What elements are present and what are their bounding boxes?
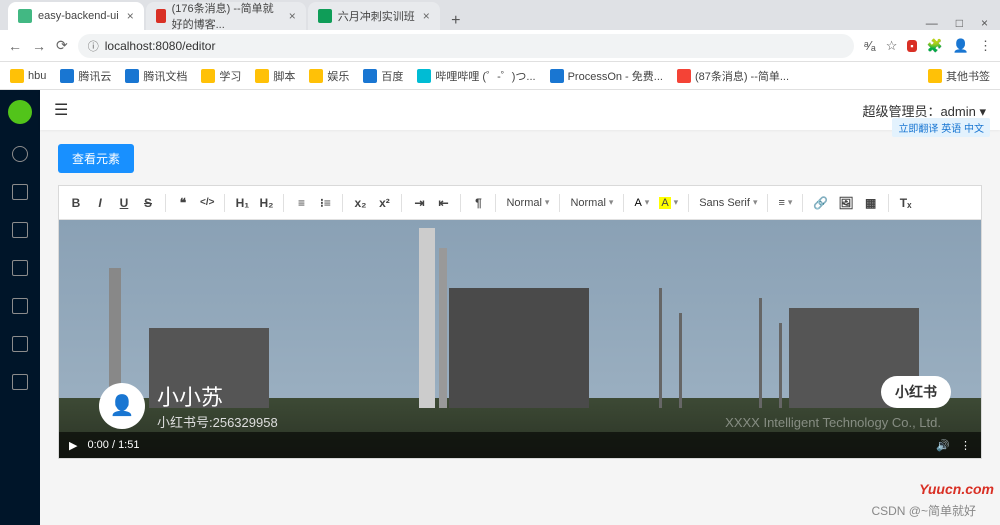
indent-button[interactable]: ⇥ [412,196,426,210]
tab-1[interactable]: easy-backend-ui × [8,2,144,30]
tab-title: easy-backend-ui [38,10,119,22]
browser-tab-strip: easy-backend-ui × (176条消息) --简单就好的博客... … [0,0,1000,30]
menu-toggle-icon[interactable]: ☰ [54,100,68,120]
clean-button[interactable]: Tₓ [899,196,913,210]
close-icon[interactable]: × [127,9,134,23]
size-select[interactable]: Normal▾ [506,197,549,209]
subscript-button[interactable]: x₂ [353,196,367,210]
quote-button[interactable]: ❝ [176,196,190,210]
font-select[interactable]: Sans Serif▾ [699,197,757,209]
volume-button[interactable]: 🔊 [936,439,950,452]
settings-icon[interactable] [12,146,28,162]
bookmark-other[interactable]: 其他书签 [928,68,990,84]
strike-button[interactable]: S [141,196,155,210]
outdent-button[interactable]: ⇤ [436,196,450,210]
close-window-button[interactable]: × [981,16,988,30]
maximize-button[interactable]: □ [956,16,963,30]
image-button[interactable]: 🖼 [838,196,853,210]
topbar: ☰ 超级管理员：admin ▾ [40,90,1000,130]
italic-button[interactable]: I [93,196,107,210]
superscript-button[interactable]: x² [377,196,391,210]
video-username: 小小苏 [157,380,278,412]
back-button[interactable]: ← [8,38,22,54]
close-icon[interactable]: × [289,9,296,23]
tab-title: 六月冲刺实训班 [338,8,415,24]
view-element-button[interactable]: 查看元素 [58,144,134,173]
author-watermark: CSDN @~简单就好 [871,502,976,519]
site-watermark: Yuucn.com [919,481,994,497]
forward-button[interactable]: → [32,38,46,54]
site-info-icon: ⓘ [88,38,99,54]
color-select[interactable]: A▾ [634,197,649,209]
editor-toolbar: B I U S ❝ </> H₁ H₂ ≡ ⁝≡ x₂ x² [59,186,981,220]
nav-icon-2[interactable] [12,222,28,238]
nav-icon-3[interactable] [12,260,28,276]
bookmark-tencent-docs[interactable]: 腾讯文档 [125,68,187,84]
video-player[interactable]: 👤 小小苏 小红书号:256329958 小红书 XXXX Intelligen… [59,220,981,458]
rich-editor: B I U S ❝ </> H₁ H₂ ≡ ⁝≡ x₂ x² [58,185,982,459]
bookmark-tencent-cloud[interactable]: 腾讯云 [60,68,111,84]
h1-button[interactable]: H₁ [235,196,249,210]
bookmark-baidu[interactable]: 百度 [363,68,403,84]
avatar: 👤 [99,383,145,429]
align-select[interactable]: ≡▾ [778,197,792,209]
translate-hint[interactable]: 立即翻译 英语 中文 [892,118,990,137]
play-button[interactable]: ▶ [69,439,77,452]
bookmark-scripts[interactable]: 脚本 [255,68,295,84]
more-button[interactable]: ⋮ [960,439,971,452]
address-bar: ← → ⟳ ⓘ localhost:8080/editor ᵃ⁄ₐ ☆ ▪ 🧩 … [0,30,1000,62]
video-controls: ▶ 0:00 / 1:51 🔊 ⋮ [59,432,981,458]
favicon [18,9,32,23]
close-icon[interactable]: × [423,9,430,23]
direction-button[interactable]: ¶ [471,196,485,210]
bookmark-bilibili[interactable]: 哔哩哔哩 (゜-゜)つ... [417,68,535,84]
tab-title: (176条消息) --简单就好的博客... [172,0,281,32]
minimize-button[interactable]: — [926,16,938,30]
translate-icon[interactable]: ᵃ⁄ₐ [864,38,876,53]
bookmark-study[interactable]: 学习 [201,68,241,84]
bookmark-csdn[interactable]: (87条消息) --简单... [677,68,789,84]
bgcolor-select[interactable]: A▾ [659,197,678,209]
ordered-list-button[interactable]: ≡ [294,196,308,210]
sidebar [0,90,40,525]
video-user-id: 小红书号:256329958 [157,412,278,431]
bookmark-entertainment[interactable]: 娱乐 [309,68,349,84]
tab-3[interactable]: 六月冲刺实训班 × [308,2,440,30]
favicon [318,9,332,23]
company-watermark: XXXX Intelligent Technology Co., Ltd. [725,415,941,430]
menu-icon[interactable]: ⋮ [979,38,992,54]
xiaohongshu-badge: 小红书 [881,376,951,408]
profile-icon[interactable]: 👤 [953,38,969,54]
url-text: localhost:8080/editor [105,39,216,53]
reload-button[interactable]: ⟳ [56,37,68,54]
nav-icon-4[interactable] [12,298,28,314]
bookmark-hbu[interactable]: hbu [10,69,46,83]
video-time: 0:00 / 1:51 [87,439,139,451]
link-button[interactable]: 🔗 [813,196,828,210]
extensions-icon[interactable]: 🧩 [927,38,943,54]
bold-button[interactable]: B [69,196,83,210]
code-button[interactable]: </> [200,197,214,208]
favicon [156,9,166,23]
tab-2[interactable]: (176条消息) --简单就好的博客... × [146,2,306,30]
app-logo[interactable] [8,100,32,124]
video-button[interactable]: ▦ [864,196,878,210]
bookmarks-bar: hbu 腾讯云 腾讯文档 学习 脚本 娱乐 百度 哔哩哔哩 (゜-゜)つ... … [0,62,1000,90]
underline-button[interactable]: U [117,196,131,210]
video-user-overlay: 👤 小小苏 小红书号:256329958 [99,380,278,431]
nav-icon-5[interactable] [12,336,28,352]
url-input[interactable]: ⓘ localhost:8080/editor [78,34,854,58]
header-select[interactable]: Normal▾ [570,197,613,209]
nav-icon-6[interactable] [12,374,28,390]
extension-badge[interactable]: ▪ [907,40,916,52]
new-tab-button[interactable]: + [442,12,470,30]
bookmark-processon[interactable]: ProcessOn - 免费... [550,68,663,84]
admin-label[interactable]: 超级管理员：admin ▾ [862,101,986,120]
h2-button[interactable]: H₂ [259,196,273,210]
nav-icon-1[interactable] [12,184,28,200]
star-icon[interactable]: ☆ [886,38,898,54]
unordered-list-button[interactable]: ⁝≡ [318,196,332,210]
